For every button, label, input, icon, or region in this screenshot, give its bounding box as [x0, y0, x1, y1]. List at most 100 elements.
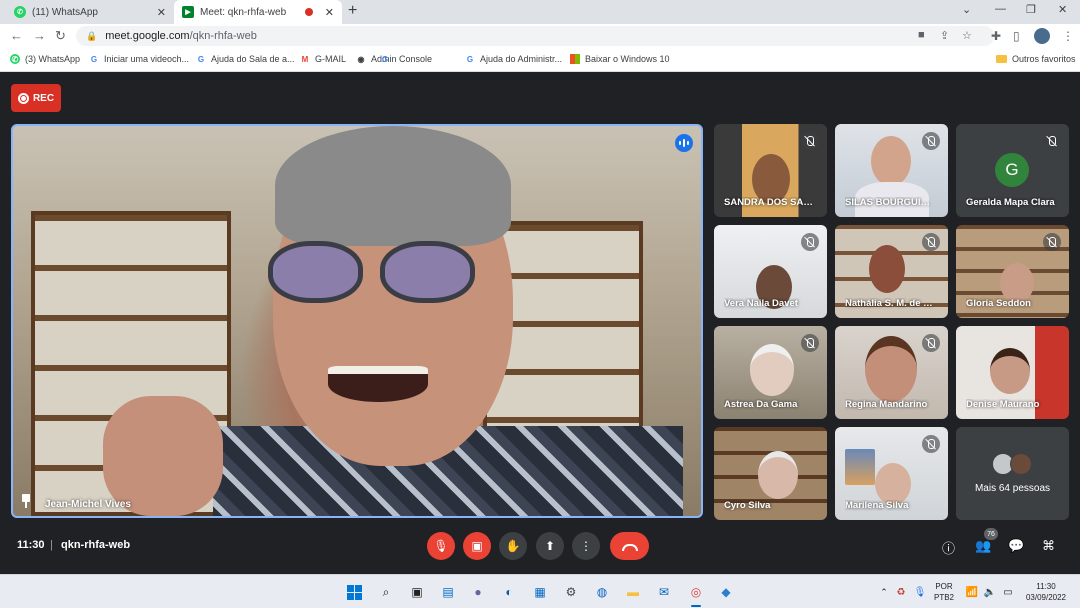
participant-tile[interactable]: Vera Naila Davet	[714, 225, 827, 318]
windows-icon	[346, 584, 362, 600]
participant-tile[interactable]: SANDRA DOS SANTOS	[714, 124, 827, 217]
camera-off-icon: ▣	[471, 539, 483, 553]
bookmark-star-icon[interactable]: ☆	[962, 29, 972, 42]
recording-indicator-icon	[304, 8, 313, 16]
tab-whatsapp[interactable]: ✆ (11) WhatsApp ✕	[6, 0, 174, 24]
tray-app-icon[interactable]: ♻	[893, 584, 909, 600]
forward-icon[interactable]: →	[33, 28, 46, 43]
meeting-time: 11:30	[17, 539, 45, 551]
app-icon[interactable]: ◍	[594, 584, 610, 600]
record-icon	[17, 92, 29, 104]
mic-off-icon	[801, 132, 819, 150]
bookmark-item[interactable]: ✆ (3) WhatsApp	[10, 54, 80, 64]
bookmark-item[interactable]: M G-MAIL	[300, 54, 346, 64]
outlook-icon[interactable]: ✉	[656, 584, 672, 600]
task-view-icon[interactable]: ▣	[409, 584, 425, 600]
battery-icon[interactable]: ▭	[1000, 584, 1016, 600]
participant-tile[interactable]: Cyro Silva	[714, 427, 827, 520]
bookmark-item[interactable]: Baixar o Windows 10	[570, 54, 670, 64]
globe-icon: ◉	[357, 54, 365, 64]
minimize-button[interactable]: —	[995, 3, 1006, 15]
other-bookmarks[interactable]: Outros favoritos	[996, 54, 1076, 64]
settings-icon[interactable]: ⚙	[563, 584, 579, 600]
wifi-icon[interactable]: 📶	[964, 584, 980, 600]
pin-icon[interactable]	[21, 494, 31, 508]
app-icon[interactable]: ◆	[718, 584, 734, 600]
mic-off-icon	[922, 132, 940, 150]
bookmarks-bar: ✆ (3) WhatsApp G Iniciar uma videoch... …	[0, 48, 1080, 72]
speaker-hand	[103, 396, 223, 516]
participant-tile[interactable]: Astrea Da Gama	[714, 326, 827, 419]
edge-icon[interactable]: ◐	[501, 584, 517, 600]
info-icon[interactable]: ⓘ	[942, 538, 955, 557]
language-indicator[interactable]: POR PTB2	[934, 581, 954, 603]
windows-taskbar: ⌕ ▣ ▤ ● ◐ ▦ ⚙ ◍ ▬ ✉ ◎ ◆ ⌃ ♻ 🎙 POR PTB2 📶…	[0, 574, 1080, 608]
microphone-icon[interactable]: 🎙	[912, 584, 928, 600]
activities-icon[interactable]: ⌘	[1042, 538, 1055, 554]
close-tab-icon[interactable]: ✕	[157, 6, 166, 19]
reload-icon[interactable]: ↻	[55, 28, 66, 44]
hand-icon: ✋	[505, 539, 521, 553]
tab-meet[interactable]: ▶ Meet: qkn-rhfa-web ✕	[174, 0, 342, 24]
participant-video	[990, 348, 1030, 394]
restore-button[interactable]: ❐	[1026, 3, 1036, 16]
present-icon: ⬆	[544, 539, 556, 553]
address-bar[interactable]: 🔒 meet.google.com/qkn-rhfa-web	[76, 26, 994, 46]
more-participants-tile[interactable]: Mais 64 pessoas	[956, 427, 1069, 520]
profile-avatar[interactable]	[1034, 28, 1050, 44]
folder-icon	[996, 55, 1007, 63]
clock-time: 11:30	[1036, 582, 1056, 591]
main-speaker-tile[interactable]: Jean-Michel Vives	[11, 124, 703, 518]
participant-tile[interactable]: Nathália S. M. de Souza	[835, 225, 948, 318]
close-window-button[interactable]: ✕	[1058, 3, 1067, 16]
whatsapp-icon: ✆	[10, 54, 20, 64]
teams-chat-icon[interactable]: ●	[470, 584, 486, 600]
participant-video	[875, 463, 911, 505]
participant-tile[interactable]: Marilena Silva	[835, 427, 948, 520]
google-icon: G	[197, 54, 205, 64]
raise-hand-button[interactable]: ✋	[499, 532, 527, 560]
search-icon[interactable]: ⌕	[378, 584, 394, 600]
language-code: POR	[935, 582, 953, 591]
widgets-icon[interactable]: ▤	[440, 584, 456, 600]
recording-badge[interactable]: REC	[11, 84, 61, 112]
google-icon: G	[381, 54, 389, 64]
chrome-icon[interactable]: ◎	[688, 584, 704, 600]
start-button[interactable]	[346, 584, 362, 600]
bookmark-item[interactable]: G Ajuda do Administr...	[465, 54, 562, 64]
menu-icon[interactable]: ⋮	[1062, 29, 1074, 43]
participant-tile[interactable]: Regina Mandarino	[835, 326, 948, 419]
store-icon[interactable]: ▦	[532, 584, 548, 600]
camera-icon[interactable]: ■	[918, 29, 925, 41]
file-explorer-icon[interactable]: ▬	[625, 584, 641, 600]
back-icon[interactable]: ←	[10, 28, 23, 43]
tab-search-icon[interactable]: ⌄	[962, 3, 971, 16]
share-icon[interactable]: ⇪	[940, 29, 949, 42]
volume-icon[interactable]: 🔈	[982, 584, 998, 600]
side-panel-icon[interactable]: ▯	[1013, 29, 1020, 43]
people-icon[interactable]: 👥	[975, 538, 991, 554]
chat-icon[interactable]: 💬	[1008, 538, 1024, 554]
hang-up-icon	[621, 544, 638, 551]
participant-tile[interactable]: Denise Maurano	[956, 326, 1069, 419]
mic-toggle-button[interactable]: 🎙	[427, 532, 455, 560]
meeting-code: qkn-rhfa-web	[61, 539, 131, 551]
participant-tile[interactable]: Gloria Seddon	[956, 225, 1069, 318]
bookmark-item[interactable]: G Admin Console	[380, 54, 395, 64]
participant-tile[interactable]: SILAS BOURGUIGNON	[835, 124, 948, 217]
speaking-indicator-icon	[675, 134, 693, 152]
bookmark-item[interactable]: G Ajuda do Sala de a...	[196, 54, 295, 64]
camera-toggle-button[interactable]: ▣	[463, 532, 491, 560]
show-hidden-icons-icon[interactable]: ⌃	[876, 584, 892, 600]
bookmark-item[interactable]: G Iniciar uma videoch...	[89, 54, 189, 64]
meet-window: REC Jean-Michel Vives SANDRA DOS SANTOS …	[0, 72, 1080, 574]
present-screen-button[interactable]: ⬆	[536, 532, 564, 560]
close-tab-icon[interactable]: ✕	[325, 6, 334, 19]
more-options-button[interactable]: ⋮	[572, 532, 600, 560]
new-tab-button[interactable]: +	[348, 2, 357, 20]
extensions-icon[interactable]: ✚	[991, 29, 1001, 43]
tab-title: (11) WhatsApp	[32, 6, 98, 18]
leave-call-button[interactable]	[610, 532, 649, 560]
participant-tile[interactable]: G Geralda Mapa Clara	[956, 124, 1069, 217]
system-clock[interactable]: 11:30 03/09/2022	[1020, 581, 1072, 603]
